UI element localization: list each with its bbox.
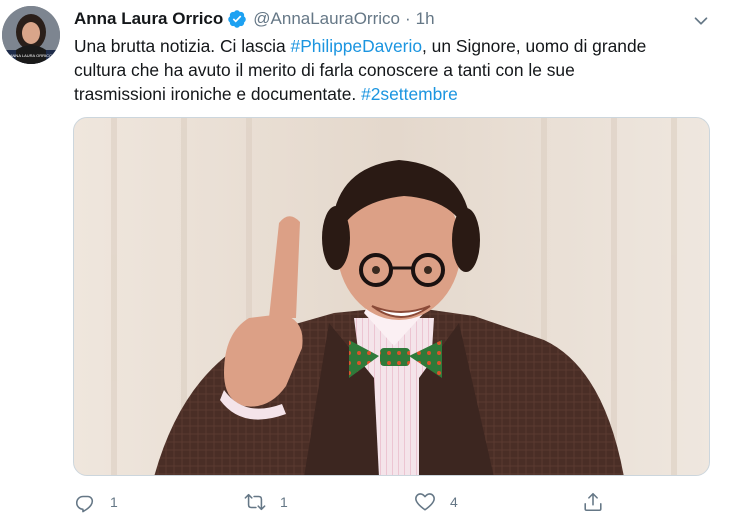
photo-image xyxy=(74,118,709,475)
avatar[interactable]: ANNA LAURA ORRICO xyxy=(2,6,60,64)
display-name[interactable]: Anna Laura Orrico xyxy=(74,9,223,29)
hashtag-link[interactable]: #PhilippeDaverio xyxy=(291,36,422,56)
retweet-button[interactable]: 1 xyxy=(244,488,288,516)
tweet-photo[interactable] xyxy=(73,117,710,476)
tweet-header: Anna Laura Orrico @AnnaLauraOrrico · 1h xyxy=(74,8,435,30)
like-count: 4 xyxy=(450,494,458,510)
separator-dot: · xyxy=(404,9,411,28)
tweet-text-line-3: trasmissioni ironiche e documentate. #2s… xyxy=(74,82,724,106)
timestamp[interactable]: 1h xyxy=(416,9,435,29)
retweet-icon xyxy=(244,493,266,511)
tweet-text: Una brutta notizia. Ci lascia #PhilippeD… xyxy=(74,34,724,106)
avatar-caption: ANNA LAURA ORRICO xyxy=(10,53,52,58)
tweet-text-line-2: cultura che ha avuto il merito di farla … xyxy=(74,60,575,80)
share-button[interactable] xyxy=(582,488,604,516)
hashtag-link[interactable]: #2settembre xyxy=(361,84,458,104)
tweet-text-segment: Una brutta notizia. Ci lascia xyxy=(74,36,291,56)
share-icon xyxy=(584,492,602,512)
tweet[interactable]: ANNA LAURA ORRICO Anna Laura Orrico @Ann… xyxy=(0,0,747,523)
reply-count: 1 xyxy=(110,494,118,510)
like-icon xyxy=(415,493,435,511)
verified-badge-icon xyxy=(227,9,247,29)
reply-icon xyxy=(75,495,94,513)
like-button[interactable]: 4 xyxy=(414,488,458,516)
tweet-text-line-1: Una brutta notizia. Ci lascia #PhilippeD… xyxy=(74,34,724,58)
avatar-image: ANNA LAURA ORRICO xyxy=(2,6,60,64)
chevron-down-icon[interactable] xyxy=(690,10,712,32)
retweet-count: 1 xyxy=(280,494,288,510)
user-handle[interactable]: @AnnaLauraOrrico xyxy=(253,9,400,29)
reply-button[interactable]: 1 xyxy=(74,488,118,516)
tweet-actions: 1 1 4 xyxy=(74,488,634,516)
tweet-text-segment: trasmissioni ironiche e documentate. xyxy=(74,84,362,104)
tweet-text-segment: , un Signore, uomo di grande xyxy=(422,36,647,56)
